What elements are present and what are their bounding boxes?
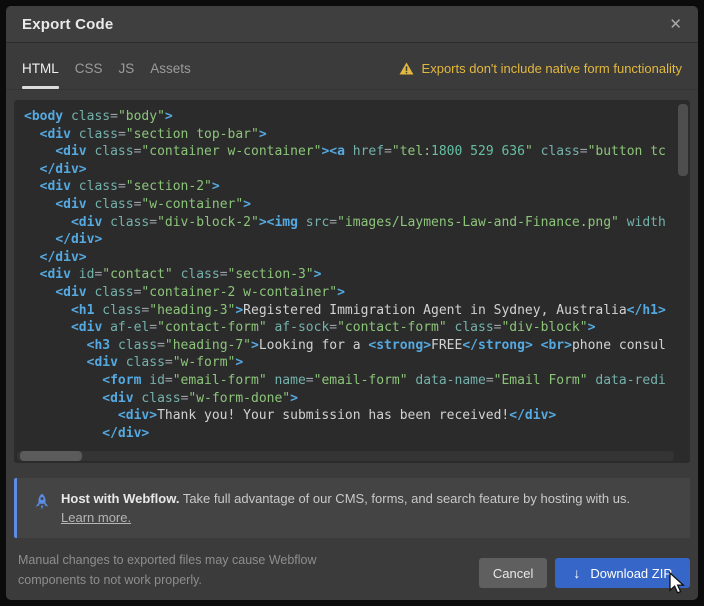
dialog-titlebar: Export Code ✕ [6, 6, 698, 43]
code-line: <div class="w-form-done"> [24, 390, 690, 408]
footer-note: Manual changes to exported files may cau… [18, 550, 317, 590]
tab-assets[interactable]: Assets [150, 61, 191, 89]
callout-title: Host with Webflow. [61, 491, 179, 506]
code-line: <div class="container-2 w-container"> [24, 284, 690, 302]
horizontal-scrollbar-thumb[interactable] [20, 451, 82, 461]
rocket-icon [33, 493, 51, 511]
code-line: </div> [24, 425, 690, 443]
code-line: </div> [24, 249, 690, 267]
code-lines: <body class="body"> <div class="section … [14, 100, 690, 442]
code-line: <div id="contact" class="section-3"> [24, 266, 690, 284]
download-arrow-icon: ↓ [573, 565, 580, 581]
dialog-title: Export Code [22, 16, 113, 33]
callout-body: Take full advantage of our CMS, forms, a… [179, 491, 630, 506]
code-line: <form id="email-form" name="email-form" … [24, 372, 690, 390]
tab-css[interactable]: CSS [75, 61, 103, 89]
footer-note-line2: components to not work properly. [18, 570, 317, 590]
cancel-button[interactable]: Cancel [479, 558, 547, 588]
close-icon[interactable]: ✕ [669, 17, 682, 32]
code-line: <div class="w-container"> [24, 196, 690, 214]
code-line: <div class="section top-bar"> [24, 126, 690, 144]
form-warning: Exports don't include native form functi… [399, 61, 682, 89]
mouse-cursor [666, 572, 688, 596]
code-line: </div> [24, 161, 690, 179]
callout-text: Host with Webflow. Take full advantage o… [61, 489, 674, 508]
code-line: <div class="container w-container"><a hr… [24, 143, 690, 161]
footer-buttons: Cancel ↓ Download ZIP [479, 558, 690, 588]
code-line: <div class="w-form"> [24, 354, 690, 372]
tab-bar: HTML CSS JS Assets Exports don't include… [6, 43, 698, 90]
code-line: <h1 class="heading-3">Registered Immigra… [24, 302, 690, 320]
code-line: <div af-el="contact-form" af-sock="conta… [24, 319, 690, 337]
code-line: <div class="div-block-2"><img src="image… [24, 214, 690, 232]
tab-html[interactable]: HTML [22, 61, 59, 89]
code-viewer[interactable]: <body class="body"> <div class="section … [14, 100, 690, 463]
warning-triangle-icon [399, 62, 414, 75]
code-line: <h3 class="heading-7">Looking for a <str… [24, 337, 690, 355]
code-line: <div>Thank you! Your submission has been… [24, 407, 690, 425]
footer-note-line1: Manual changes to exported files may cau… [18, 550, 317, 570]
code-line: <body class="body"> [24, 108, 690, 126]
host-with-webflow-callout: Host with Webflow. Take full advantage o… [14, 478, 690, 538]
warning-text: Exports don't include native form functi… [422, 61, 682, 76]
code-line: <div class="section-2"> [24, 178, 690, 196]
horizontal-scrollbar[interactable] [17, 451, 674, 461]
screen: Export Code ✕ HTML CSS JS Assets Exports… [0, 0, 704, 606]
tab-js[interactable]: JS [119, 61, 135, 89]
vertical-scrollbar-thumb[interactable] [678, 104, 688, 176]
vertical-scrollbar[interactable] [678, 103, 688, 457]
code-line: </div> [24, 231, 690, 249]
learn-more-link[interactable]: Learn more. [61, 508, 131, 527]
download-button-label: Download ZIP [590, 566, 672, 581]
export-code-dialog: Export Code ✕ HTML CSS JS Assets Exports… [6, 6, 698, 600]
